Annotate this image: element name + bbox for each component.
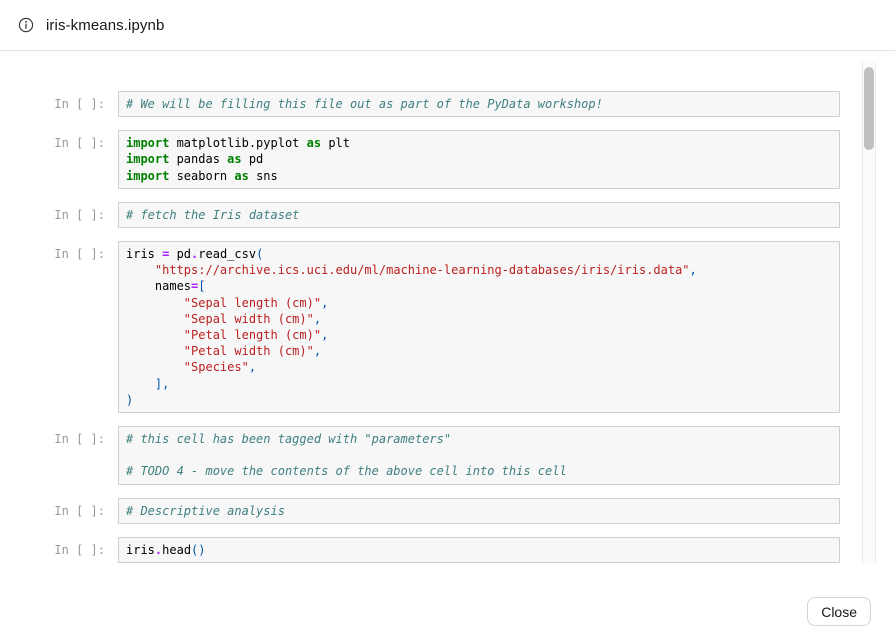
code-line: # fetch the Iris dataset bbox=[126, 207, 832, 223]
scrollbar-thumb[interactable] bbox=[864, 67, 874, 150]
code-line: "Petal width (cm)", bbox=[126, 343, 832, 359]
cell-code: # We will be filling this file out as pa… bbox=[118, 91, 840, 117]
scrollbar-track[interactable] bbox=[862, 62, 876, 563]
cell-prompt: In [ ]: bbox=[45, 130, 105, 151]
code-line bbox=[126, 447, 832, 463]
cell-prompt: In [ ]: bbox=[45, 426, 105, 447]
cell-prompt: In [ ]: bbox=[45, 498, 105, 519]
code-line: ], bbox=[126, 376, 832, 392]
dialog-header: iris-kmeans.ipynb bbox=[0, 0, 895, 51]
cell-prompt: In [ ]: bbox=[45, 241, 105, 262]
notebook-cells: In [ ]: # We will be filling this file ou… bbox=[0, 52, 895, 580]
notebook-cell: In [ ]: # fetch the Iris dataset bbox=[45, 202, 840, 228]
cell-code: import matplotlib.pyplot as pltimport pa… bbox=[118, 130, 840, 189]
notebook-cell: In [ ]: # this cell has been tagged with … bbox=[45, 426, 840, 485]
code-line: "Sepal width (cm)", bbox=[126, 311, 832, 327]
cell-prompt: In [ ]: bbox=[45, 537, 105, 558]
code-line: names=[ bbox=[126, 278, 832, 294]
cell-prompt: In [ ]: bbox=[45, 202, 105, 223]
code-line: "https://archive.ics.uci.edu/ml/machine-… bbox=[126, 262, 832, 278]
code-line: # We will be filling this file out as pa… bbox=[126, 96, 832, 112]
cell-code: # this cell has been tagged with "parame… bbox=[118, 426, 840, 485]
code-line: # TODO 4 - move the contents of the abov… bbox=[126, 463, 832, 479]
notebook-scroll-area: In [ ]: # We will be filling this file ou… bbox=[0, 52, 895, 580]
code-line: "Sepal length (cm)", bbox=[126, 295, 832, 311]
code-line: # this cell has been tagged with "parame… bbox=[126, 431, 832, 447]
code-line: "Species", bbox=[126, 359, 832, 375]
cell-code: # Descriptive analysis bbox=[118, 498, 840, 524]
code-line: import matplotlib.pyplot as plt bbox=[126, 135, 832, 151]
cell-code: # fetch the Iris dataset bbox=[118, 202, 840, 228]
code-line: "Petal length (cm)", bbox=[126, 327, 832, 343]
notebook-cell: In [ ]: iris = pd.read_csv( "https://arch… bbox=[45, 241, 840, 413]
cell-code: iris.head() bbox=[118, 537, 840, 563]
code-line: # Descriptive analysis bbox=[126, 503, 832, 519]
code-line: iris.head() bbox=[126, 542, 832, 558]
notebook-cell: In [ ]: # Descriptive analysis bbox=[45, 498, 840, 524]
info-icon bbox=[18, 17, 34, 33]
code-line: ) bbox=[126, 392, 832, 408]
code-line: iris = pd.read_csv( bbox=[126, 246, 832, 262]
notebook-filename: iris-kmeans.ipynb bbox=[46, 17, 164, 34]
notebook-cell: In [ ]: iris.head() bbox=[45, 537, 840, 563]
close-button[interactable]: Close bbox=[807, 597, 871, 626]
cell-code: iris = pd.read_csv( "https://archive.ics… bbox=[118, 241, 840, 413]
code-line: import seaborn as sns bbox=[126, 168, 832, 184]
code-line: import pandas as pd bbox=[126, 151, 832, 167]
cell-prompt: In [ ]: bbox=[45, 91, 105, 112]
notebook-cell: In [ ]: # We will be filling this file ou… bbox=[45, 91, 840, 117]
notebook-cell: In [ ]:import matplotlib.pyplot as pltim… bbox=[45, 130, 840, 189]
dialog-footer: Close bbox=[0, 580, 895, 643]
notebook-preview-dialog: iris-kmeans.ipynb In [ ]: # We will be fi… bbox=[0, 0, 895, 643]
